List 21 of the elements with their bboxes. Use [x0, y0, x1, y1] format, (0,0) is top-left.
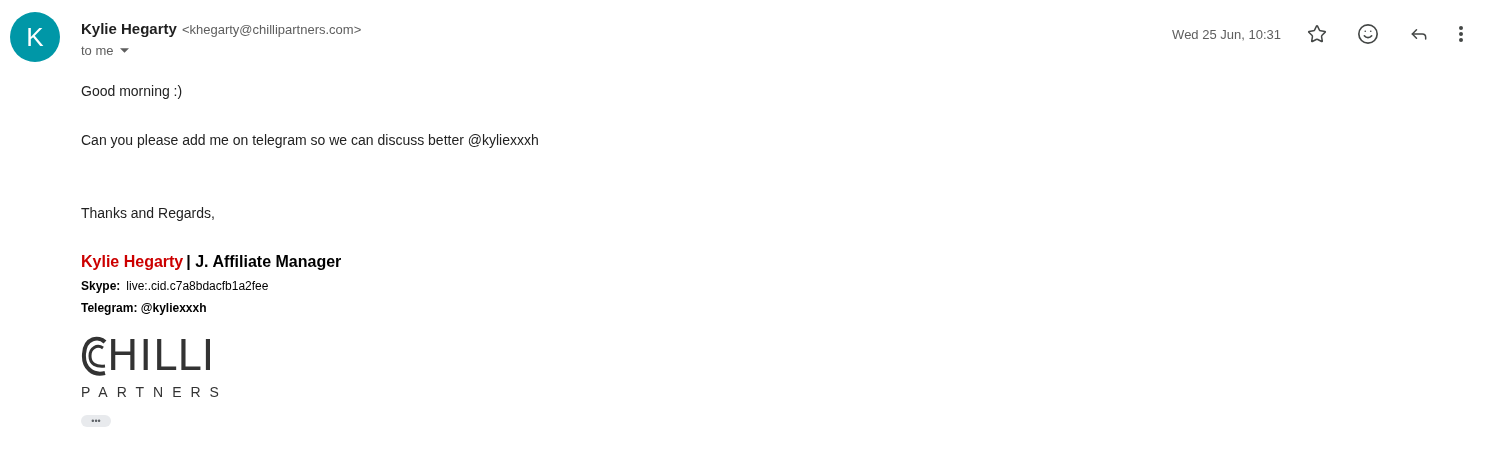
- chili-c-icon: [81, 336, 107, 376]
- logo-wordmark: HILLI: [107, 335, 216, 377]
- telegram-handle: Telegram: @kyliexxxh: [81, 301, 207, 315]
- star-icon: [1307, 24, 1327, 44]
- signature-title: | J. Affiliate Manager: [186, 253, 342, 271]
- skype-label: Skype:: [81, 279, 121, 293]
- avatar: K: [10, 12, 60, 62]
- message-paragraph: Can you please add me on telegram so we can discuss better @kyliexxxh: [81, 131, 540, 150]
- logo-subtitle: PARTNERS: [81, 383, 229, 401]
- closing-text: Thanks and Regards,: [81, 204, 216, 223]
- caret-icon: [119, 48, 129, 53]
- sender-name: Kylie Hegarty: [81, 20, 177, 37]
- skype-id: live:.cid.c7a8bdacfb1a2fee: [126, 279, 269, 293]
- date: Wed 25 Jun, 10:31: [1172, 26, 1281, 42]
- signature-name: Kylie Hegarty: [81, 253, 184, 271]
- show-trimmed-button[interactable]: •••: [81, 415, 111, 427]
- message-paragraph: Good morning :): [81, 82, 184, 101]
- more-icon: [1459, 26, 1463, 42]
- recipient-dropdown[interactable]: to me: [81, 43, 129, 58]
- smiley-icon: [1357, 23, 1379, 45]
- sender-email: <khegarty@chillipartners.com>: [181, 22, 362, 37]
